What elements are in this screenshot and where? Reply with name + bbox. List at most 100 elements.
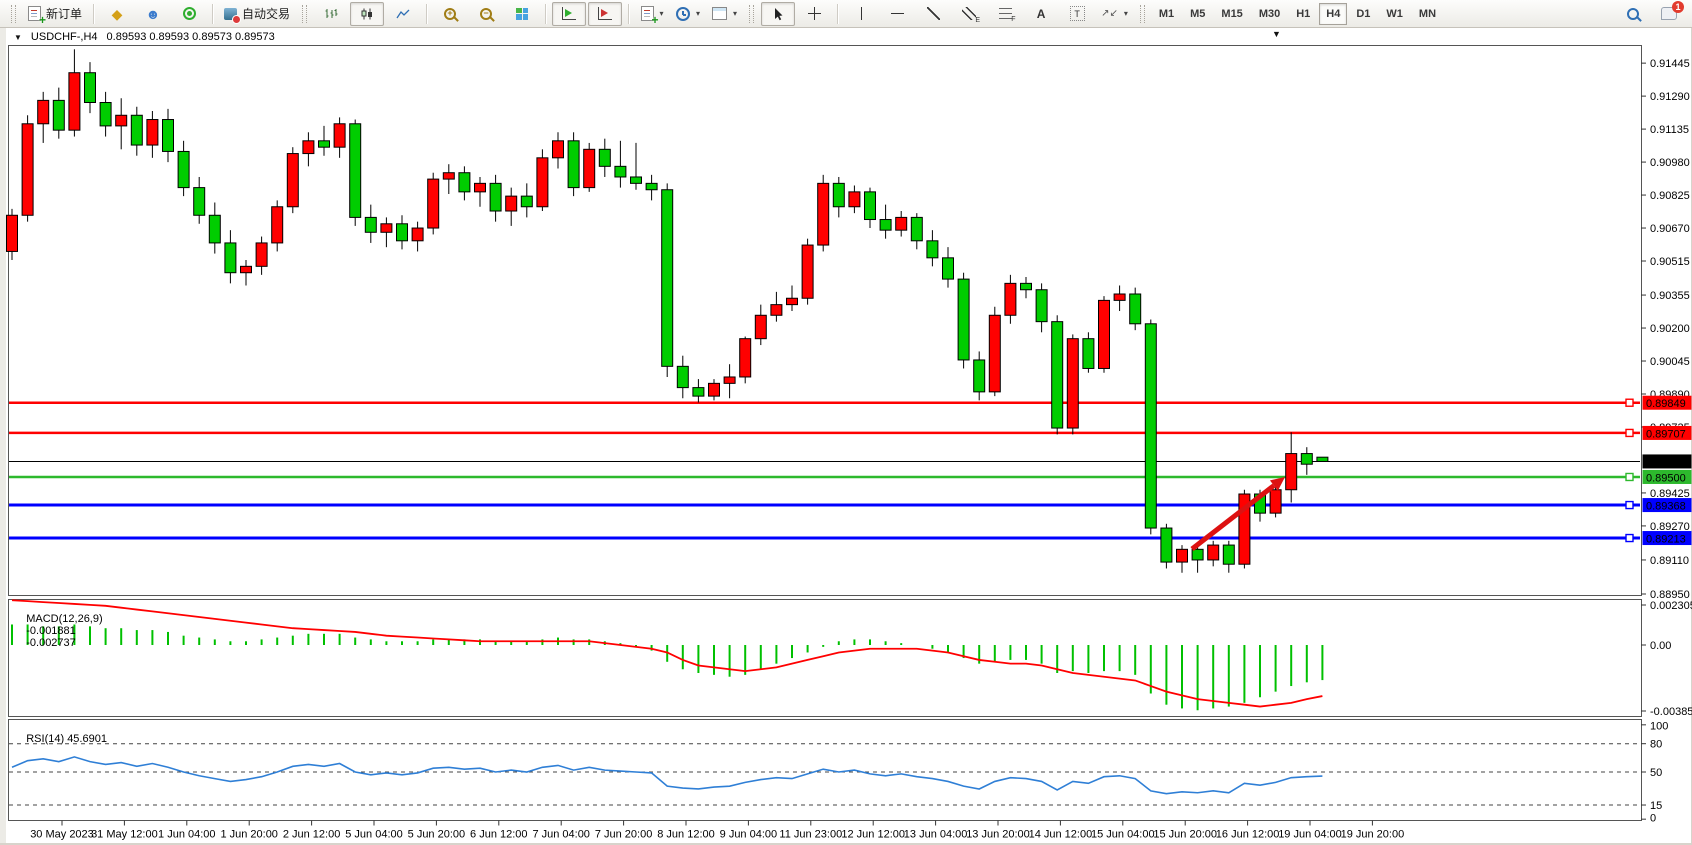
toolbar-grip[interactable] — [1140, 5, 1145, 23]
toolbar-grip[interactable] — [302, 5, 307, 23]
trendline-icon — [927, 7, 940, 20]
svg-text:12 Jun 12:00: 12 Jun 12:00 — [841, 829, 905, 841]
zoom-in-button[interactable]: + — [433, 2, 467, 26]
text-icon: A — [1037, 8, 1046, 20]
macd-main-value: -0.001881 — [26, 625, 76, 637]
new-order-button[interactable]: + 新订单 — [23, 2, 87, 26]
vertical-line-button[interactable] — [844, 2, 878, 26]
chat-icon: 1 — [1661, 7, 1677, 20]
rsi-pane: 1008050150 — [9, 721, 1668, 825]
macd-signal-value: -0.002737 — [26, 637, 76, 649]
svg-text:100: 100 — [1650, 721, 1668, 733]
search-icon — [1627, 8, 1639, 20]
timeframe-m15[interactable]: M15 — [1214, 3, 1249, 25]
timeframe-d1[interactable]: D1 — [1349, 3, 1377, 25]
svg-text:0.002305: 0.002305 — [1650, 600, 1692, 612]
chart-titlebar: ▼ USDCHF-,H4 0.89593 0.89593 0.89573 0.8… — [7, 29, 1691, 45]
line-handles — [1626, 399, 1633, 541]
timeframe-h1[interactable]: H1 — [1289, 3, 1317, 25]
periods-button[interactable]: ▾ — [671, 2, 705, 26]
bar-chart-button[interactable] — [314, 2, 348, 26]
text-button[interactable]: A — [1024, 2, 1058, 26]
bar-chart-icon — [324, 7, 338, 21]
price-axis: 0.914450.912900.911350.909800.908250.906… — [1641, 58, 1690, 601]
toolbar-grip[interactable] — [11, 5, 16, 23]
crosshair-button[interactable] — [797, 2, 831, 26]
rsi-name: RSI(14) 45.6901 — [26, 733, 107, 745]
auto-scroll-icon — [562, 7, 576, 20]
candlestick-chart-button[interactable] — [350, 2, 384, 26]
auto-scroll-button[interactable] — [552, 2, 586, 26]
fibonacci-button[interactable]: F — [988, 2, 1022, 26]
tile-windows-button[interactable] — [505, 2, 539, 26]
svg-text:7 Jun 04:00: 7 Jun 04:00 — [532, 829, 590, 841]
signals-icon — [183, 7, 196, 20]
templates-icon — [712, 7, 727, 20]
auto-trading-icon — [224, 8, 237, 20]
chevron-down-icon[interactable]: ▾ — [660, 9, 664, 18]
chat-button[interactable]: 1 — [1652, 2, 1686, 26]
chevron-down-icon[interactable]: ▾ — [733, 9, 737, 18]
chart-shift-icon — [598, 7, 612, 20]
tile-windows-icon — [516, 8, 528, 20]
channel-icon: E — [962, 7, 976, 20]
timeframe-m30[interactable]: M30 — [1252, 3, 1287, 25]
svg-text:30 May 2023: 30 May 2023 — [30, 829, 94, 841]
channel-button[interactable]: E — [952, 2, 986, 26]
templates-button[interactable]: ▾ — [707, 2, 742, 26]
line-chart-button[interactable] — [386, 2, 420, 26]
zoom-out-icon: − — [480, 8, 492, 20]
indicators-button[interactable]: + ▾ — [635, 2, 669, 26]
timeframe-w1[interactable]: W1 — [1379, 3, 1410, 25]
chevron-down-icon[interactable]: ▾ — [696, 9, 700, 18]
timeframe-m1[interactable]: M1 — [1152, 3, 1181, 25]
svg-text:7 Jun 20:00: 7 Jun 20:00 — [595, 829, 653, 841]
community-icon: ☻ — [146, 7, 161, 21]
arrows-button[interactable]: ↗↙ ▾ — [1096, 2, 1133, 26]
svg-text:19 Jun 04:00: 19 Jun 04:00 — [1278, 829, 1342, 841]
svg-text:2 Jun 12:00: 2 Jun 12:00 — [283, 829, 341, 841]
auto-trading-button[interactable]: 自动交易 — [219, 2, 295, 26]
text-label-icon: T — [1070, 6, 1085, 21]
symbol-dropdown-icon[interactable]: ▼ — [14, 33, 22, 42]
svg-text:1 Jun 20:00: 1 Jun 20:00 — [220, 829, 278, 841]
zoom-out-button[interactable]: − — [469, 2, 503, 26]
svg-text:5 Jun 04:00: 5 Jun 04:00 — [345, 829, 403, 841]
svg-text:0.90200: 0.90200 — [1650, 323, 1690, 335]
svg-text:0.89573: 0.89573 — [1646, 457, 1686, 469]
market-icon: ◆ — [112, 7, 123, 21]
svg-text:11 Jun 23:00: 11 Jun 23:00 — [779, 829, 842, 841]
macd-pane: 0.0023050.00-0.003855 — [12, 600, 1692, 718]
chart-plot-area[interactable]: 0.914450.912900.911350.909800.908250.906… — [0, 44, 1692, 845]
svg-text:13 Jun 20:00: 13 Jun 20:00 — [966, 829, 1030, 841]
chart-corner-marker[interactable]: ▼ — [1272, 29, 1281, 39]
svg-text:0.91290: 0.91290 — [1650, 91, 1690, 103]
chevron-down-icon[interactable]: ▾ — [1124, 9, 1128, 18]
metaquotes-button[interactable]: ◆ — [100, 2, 134, 26]
horizontal-line-button[interactable] — [880, 2, 914, 26]
cursor-button[interactable] — [761, 2, 795, 26]
timeframe-mn[interactable]: MN — [1412, 3, 1443, 25]
new-order-icon: + — [28, 6, 41, 21]
svg-text:9 Jun 04:00: 9 Jun 04:00 — [720, 829, 778, 841]
svg-text:8 Jun 12:00: 8 Jun 12:00 — [657, 829, 715, 841]
time-axis: 30 May 202331 May 12:001 Jun 04:001 Jun … — [30, 821, 1404, 841]
community-button[interactable]: ☻ — [136, 2, 170, 26]
toolbar-grip[interactable] — [749, 5, 754, 23]
search-button[interactable] — [1616, 2, 1650, 26]
timeframe-m5[interactable]: M5 — [1183, 3, 1212, 25]
svg-text:0.90670: 0.90670 — [1650, 223, 1690, 235]
text-label-button[interactable]: T — [1060, 2, 1094, 26]
rsi-pane-label: RSI(14) 45.6901 — [14, 721, 107, 757]
svg-text:0.00: 0.00 — [1650, 640, 1671, 652]
trendline-button[interactable] — [916, 2, 950, 26]
svg-text:15 Jun 20:00: 15 Jun 20:00 — [1153, 829, 1217, 841]
svg-text:19 Jun 20:00: 19 Jun 20:00 — [1341, 829, 1405, 841]
separator — [93, 4, 94, 24]
signals-button[interactable] — [172, 2, 206, 26]
chart-shift-button[interactable] — [588, 2, 622, 26]
timeframe-h4[interactable]: H4 — [1319, 3, 1347, 25]
separator — [545, 4, 546, 24]
svg-text:0.89110: 0.89110 — [1650, 555, 1689, 567]
candles — [7, 49, 1328, 572]
